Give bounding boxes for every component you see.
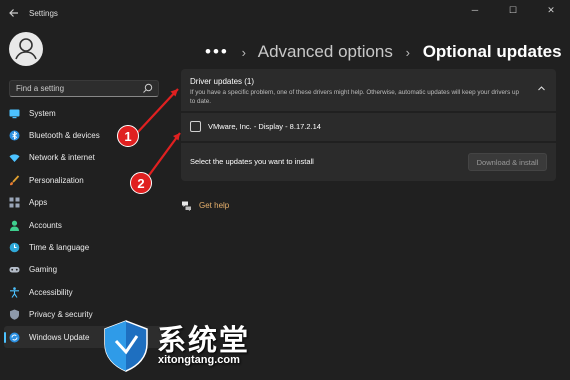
apps-icon bbox=[9, 197, 20, 208]
help-chat-icon bbox=[182, 201, 191, 211]
sidebar-item-network[interactable]: Network & internet bbox=[4, 147, 169, 169]
chevron-right-icon: › bbox=[405, 45, 410, 60]
avatar[interactable] bbox=[9, 32, 43, 66]
bluetooth-icon bbox=[9, 130, 20, 141]
back-arrow-icon[interactable] bbox=[8, 7, 22, 21]
driver-updates-description: If you have a specific problem, one of t… bbox=[190, 89, 520, 105]
search-placeholder: Find a setting bbox=[16, 84, 65, 93]
person-icon bbox=[9, 220, 20, 231]
sidebar-item-label: Apps bbox=[29, 198, 48, 208]
get-help-link[interactable]: Get help bbox=[181, 200, 229, 211]
app-title: Settings bbox=[29, 9, 58, 18]
maximize-icon[interactable]: ☐ bbox=[494, 0, 532, 20]
sidebar-item-label: Bluetooth & devices bbox=[29, 131, 100, 141]
sidebar-item-apps[interactable]: Apps bbox=[4, 192, 169, 214]
active-indicator bbox=[4, 331, 6, 343]
driver-updates-header[interactable]: Driver updates (1) If you have a specifi… bbox=[181, 69, 556, 111]
globe-clock-icon bbox=[9, 242, 20, 253]
sidebar-item-label: System bbox=[29, 108, 56, 118]
annotation-badge-1: 1 bbox=[117, 125, 139, 147]
sync-icon bbox=[9, 332, 20, 343]
person-icon bbox=[15, 38, 37, 60]
get-help-label: Get help bbox=[199, 201, 230, 210]
sidebar-item-label: Accessibility bbox=[29, 287, 73, 297]
sidebar-item-gaming[interactable]: Gaming bbox=[4, 259, 169, 281]
install-row: Select the updates you want to install D… bbox=[181, 143, 556, 181]
driver-update-item[interactable]: VMware, Inc. - Display - 8.17.2.14 bbox=[181, 113, 556, 141]
sidebar-item-label: Windows Update bbox=[29, 332, 90, 342]
accessibility-icon bbox=[9, 287, 20, 298]
sidebar-item-bluetooth[interactable]: Bluetooth & devices bbox=[4, 124, 169, 146]
breadcrumb-parent[interactable]: Advanced options bbox=[258, 42, 393, 61]
shield-icon bbox=[9, 309, 20, 320]
sidebar-item-label: Personalization bbox=[29, 175, 84, 185]
wifi-icon bbox=[9, 152, 20, 163]
monitor-icon bbox=[9, 108, 20, 119]
annotation-badge-2: 2 bbox=[130, 172, 152, 194]
sidebar-item-system[interactable]: System bbox=[4, 102, 169, 124]
sidebar-item-label: Privacy & security bbox=[29, 310, 93, 320]
sidebar-item-time-language[interactable]: Time & language bbox=[4, 236, 169, 258]
sidebar-item-label: Network & internet bbox=[29, 153, 95, 163]
gamepad-icon bbox=[9, 264, 20, 275]
title-bar: Settings ─ ☐ ✕ bbox=[0, 0, 570, 28]
sidebar-item-label: Gaming bbox=[29, 265, 58, 275]
search-input[interactable]: Find a setting bbox=[9, 80, 159, 97]
download-install-button[interactable]: Download & install bbox=[468, 153, 547, 171]
brush-icon bbox=[9, 175, 20, 186]
watermark-url: xitongtang.com bbox=[158, 354, 240, 366]
window-controls: ─ ☐ ✕ bbox=[456, 0, 570, 20]
sidebar-item-label: Accounts bbox=[29, 220, 62, 230]
chevron-up-icon[interactable] bbox=[537, 84, 546, 93]
page-title: Optional updates bbox=[422, 42, 562, 61]
sidebar-item-accessibility[interactable]: Accessibility bbox=[4, 281, 169, 303]
breadcrumb: ••• › Advanced options › Optional update… bbox=[205, 42, 562, 62]
watermark-shield-icon bbox=[104, 320, 148, 372]
close-icon[interactable]: ✕ bbox=[532, 0, 570, 20]
driver-checkbox[interactable] bbox=[190, 121, 201, 132]
breadcrumb-overflow[interactable]: ••• bbox=[205, 42, 229, 61]
search-icon bbox=[143, 83, 153, 93]
sidebar-nav: System Bluetooth & devices Network & int… bbox=[4, 102, 169, 349]
install-instruction: Select the updates you want to install bbox=[190, 157, 314, 166]
sidebar-item-label: Time & language bbox=[29, 243, 90, 253]
minimize-icon[interactable]: ─ bbox=[456, 0, 494, 20]
chevron-right-icon: › bbox=[241, 45, 246, 60]
driver-updates-title: Driver updates (1) bbox=[190, 77, 255, 86]
driver-label: VMware, Inc. - Display - 8.17.2.14 bbox=[208, 122, 321, 131]
watermark-title: 系统堂 bbox=[157, 323, 251, 357]
sidebar-item-accounts[interactable]: Accounts bbox=[4, 214, 169, 236]
